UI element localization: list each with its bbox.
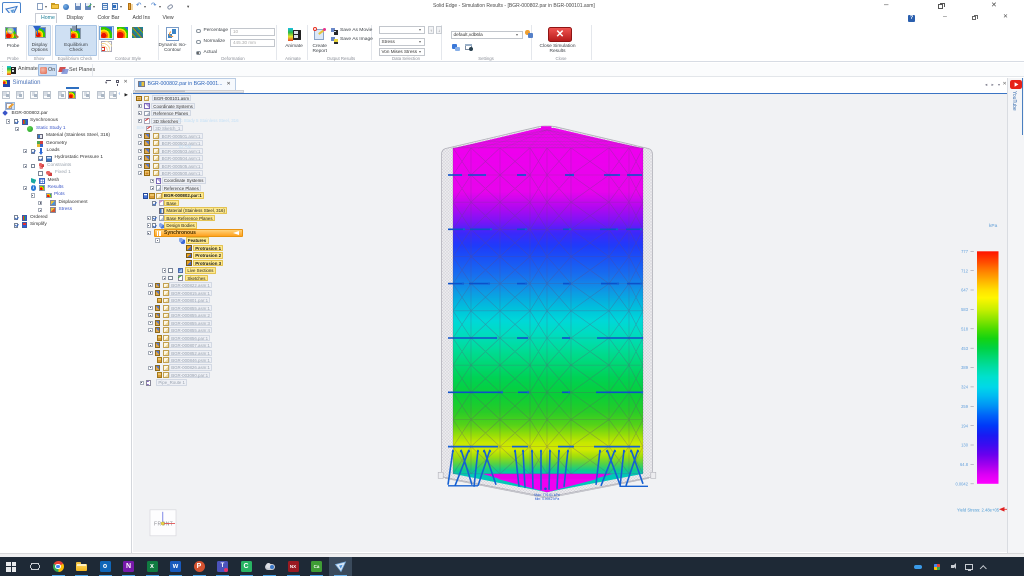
svg-text:777: 777 <box>961 249 969 254</box>
svg-text:453: 453 <box>961 346 969 351</box>
svg-text:583: 583 <box>961 307 969 312</box>
svg-text:Min: 0.0042 kPa: Min: 0.0042 kPa <box>535 497 560 501</box>
svg-text:518: 518 <box>961 327 969 332</box>
svg-text:194: 194 <box>961 423 969 428</box>
svg-text:647: 647 <box>961 288 969 293</box>
svg-text:130: 130 <box>961 443 969 448</box>
svg-text:389: 389 <box>961 365 969 370</box>
svg-text:Yield Stress: 2.48e+05: Yield Stress: 2.48e+05 <box>957 508 1000 513</box>
svg-text:kPa: kPa <box>989 223 998 229</box>
svg-text:324: 324 <box>961 385 969 390</box>
svg-text:0.0042: 0.0042 <box>955 482 968 487</box>
svg-text:712: 712 <box>961 268 969 273</box>
svg-text:64.8: 64.8 <box>960 462 969 467</box>
svg-text:259: 259 <box>961 404 969 409</box>
